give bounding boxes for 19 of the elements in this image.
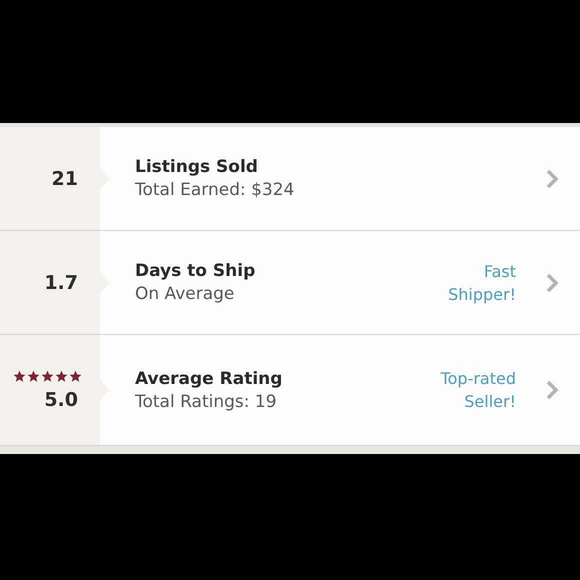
stat-subtitle: Total Earned: $324 [135,180,296,200]
badge-label: Top-rated Seller! [440,368,516,413]
chevron-right-icon[interactable] [546,272,558,292]
chevron-right-icon[interactable] [546,380,558,400]
star-icon [69,370,82,382]
star-icon [41,370,54,382]
star-icon [13,370,26,382]
stat-subtitle: Total Ratings: 19 [135,392,278,412]
stat-value: 1.7 [44,272,78,294]
stat-title: Average Rating [135,368,284,388]
star-icon [55,370,68,382]
stat-value: 21 [52,168,78,190]
badge-label: Fast Shipper! [447,260,516,306]
stat-value: 5.0 [44,388,78,410]
stat-subtitle: On Average [135,284,236,304]
star-icon [27,370,40,382]
stat-title: Listings Sold [135,157,259,177]
stat-title: Days to Ship [135,261,256,281]
chevron-right-icon[interactable] [546,168,558,188]
